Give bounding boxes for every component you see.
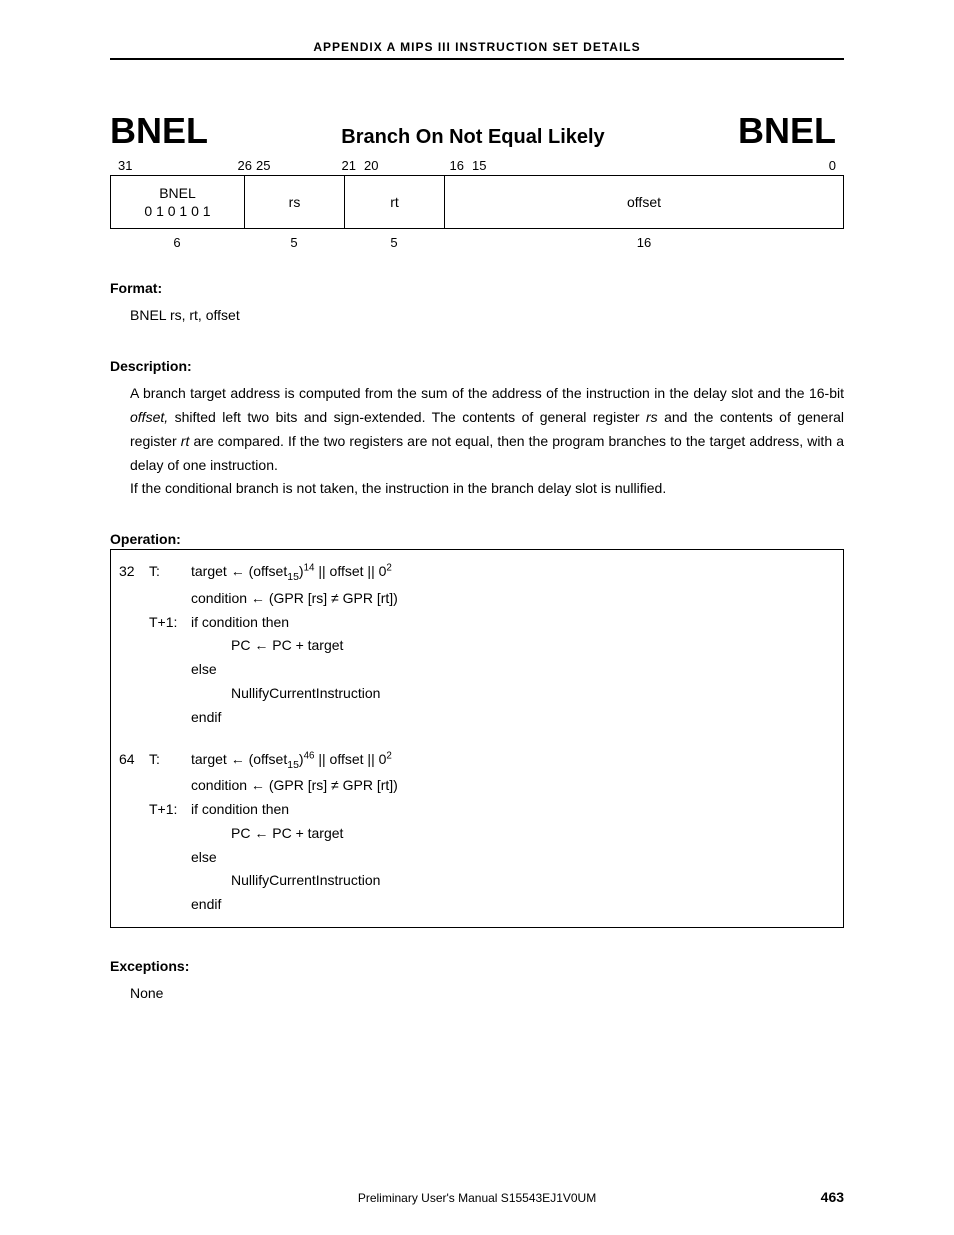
bit-16: 16 bbox=[450, 158, 464, 173]
bit-20: 20 bbox=[364, 158, 378, 173]
enc-rt: rt bbox=[345, 176, 445, 228]
enc-opcode: BNEL 0 1 0 1 0 1 bbox=[111, 176, 245, 228]
op-nullify: NullifyCurrentInstruction bbox=[191, 869, 835, 893]
op-mode-32: 32 bbox=[119, 560, 149, 587]
width-6: 6 bbox=[110, 235, 244, 250]
footer-doc-id: Preliminary User's Manual S15543EJ1V0UM bbox=[358, 1191, 596, 1205]
op-else: else bbox=[191, 658, 835, 682]
bit-25: 25 bbox=[256, 158, 270, 173]
bit-31: 31 bbox=[118, 158, 132, 173]
mnemonic-left: BNEL bbox=[110, 110, 208, 152]
description-body: A branch target address is computed from… bbox=[110, 382, 844, 501]
op-pc: PC ← PC + target bbox=[191, 822, 835, 846]
op-cond: condition ← (GPR [rs] ≠ GPR [rt]) bbox=[191, 774, 835, 798]
width-16: 16 bbox=[444, 235, 844, 250]
bit-26: 26 bbox=[238, 158, 252, 173]
op-time-t1: T+1: bbox=[149, 798, 191, 822]
enc-opcode-name: BNEL bbox=[115, 184, 240, 202]
field-widths: 6 5 5 16 bbox=[110, 229, 844, 250]
instruction-title-row: BNEL Branch On Not Equal Likely BNEL bbox=[110, 110, 844, 152]
op-else: else bbox=[191, 846, 835, 870]
format-body: BNEL rs, rt, offset bbox=[110, 304, 844, 328]
desc-text: are compared. If the two registers are n… bbox=[130, 433, 844, 473]
instruction-name: Branch On Not Equal Likely bbox=[341, 126, 604, 149]
enc-opcode-bits: 0 1 0 1 0 1 bbox=[115, 202, 240, 220]
desc-rs: rs bbox=[646, 409, 658, 425]
bit-15: 15 bbox=[468, 158, 486, 173]
op-time-t: T: bbox=[149, 748, 191, 775]
exceptions-body: None bbox=[110, 982, 844, 1006]
op-pc: PC ← PC + target bbox=[191, 634, 835, 658]
op-time-t1: T+1: bbox=[149, 611, 191, 635]
width-5b: 5 bbox=[344, 235, 444, 250]
enc-offset: offset bbox=[445, 176, 843, 228]
desc-p2: If the conditional branch is not taken, … bbox=[130, 480, 666, 496]
op-endif: endif bbox=[191, 893, 835, 917]
op-mode-64: 64 bbox=[119, 748, 149, 775]
op-if: if condition then bbox=[191, 798, 835, 822]
op-if: if condition then bbox=[191, 611, 835, 635]
op-time-t: T: bbox=[149, 560, 191, 587]
width-5a: 5 bbox=[244, 235, 344, 250]
op-target-64: target ← (offset15)46 || offset || 02 bbox=[191, 748, 835, 775]
page-footer: Preliminary User's Manual S15543EJ1V0UM … bbox=[110, 1189, 844, 1205]
desc-text: A branch target address is computed from… bbox=[130, 385, 844, 401]
appendix-header: APPENDIX A MIPS III INSTRUCTION SET DETA… bbox=[110, 40, 844, 60]
encoding-table: BNEL 0 1 0 1 0 1 rs rt offset bbox=[110, 175, 844, 229]
exceptions-heading: Exceptions: bbox=[110, 958, 844, 974]
bit-0: 0 bbox=[829, 158, 836, 173]
description-heading: Description: bbox=[110, 358, 844, 374]
op-target-32: target ← (offset15)14 || offset || 02 bbox=[191, 560, 835, 587]
op-cond: condition ← (GPR [rs] ≠ GPR [rt]) bbox=[191, 587, 835, 611]
enc-rs: rs bbox=[245, 176, 345, 228]
op-endif: endif bbox=[191, 706, 835, 730]
desc-text: shifted left two bits and sign-extended.… bbox=[168, 409, 646, 425]
operation-heading: Operation: bbox=[110, 531, 844, 547]
bit-21: 21 bbox=[342, 158, 356, 173]
operation-box: 32 T: target ← (offset15)14 || offset ||… bbox=[110, 549, 844, 928]
bit-positions: 31 26 25 21 20 16 15 0 bbox=[110, 158, 844, 175]
desc-offset: offset, bbox=[130, 409, 168, 425]
op-nullify: NullifyCurrentInstruction bbox=[191, 682, 835, 706]
mnemonic-right: BNEL bbox=[738, 110, 836, 152]
footer-page-number: 463 bbox=[596, 1189, 844, 1205]
format-heading: Format: bbox=[110, 280, 844, 296]
